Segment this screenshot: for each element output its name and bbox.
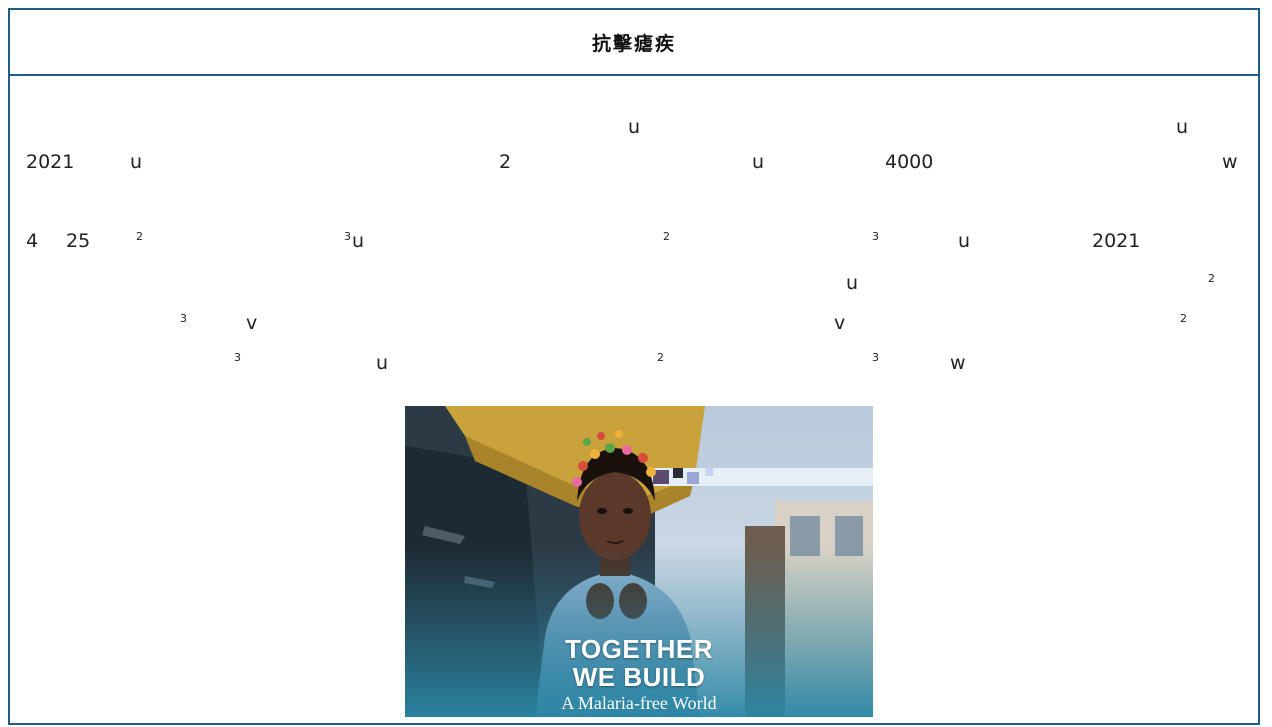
- title-bar: 抗擊瘧疾: [10, 10, 1258, 76]
- text-fragment: w: [1222, 151, 1238, 173]
- caption-line-3: A Malaria-free World: [561, 693, 717, 713]
- text-fragment: u: [352, 230, 365, 252]
- content-frame: 抗擊瘧疾 u u 2021 u 2 u 4000 w 4 25 2 3 u 2 …: [8, 8, 1260, 725]
- text-fragment: u: [958, 230, 971, 252]
- text-fragment: 25: [66, 230, 91, 252]
- text-fragment: 2: [663, 230, 670, 243]
- text-fragment: 2: [499, 151, 512, 173]
- text-fragment: v: [834, 312, 846, 334]
- text-fragment: 3: [180, 312, 187, 325]
- text-fragment: 4: [26, 230, 39, 252]
- text-fragment: 2021: [26, 151, 75, 173]
- text-fragment: 3: [344, 230, 351, 243]
- text-fragment: u: [846, 272, 859, 294]
- article-body: u u 2021 u 2 u 4000 w 4 25 2 3 u 2 3 u 2…: [10, 76, 1258, 723]
- text-fragment: 3: [234, 351, 241, 364]
- text-fragment: u: [1176, 116, 1189, 138]
- photo-caption: TOGETHER WE BUILD A Malaria-free World: [405, 635, 873, 717]
- caption-line-2: WE BUILD: [572, 662, 706, 692]
- text-fragment: 3: [872, 230, 879, 243]
- text-fragment: u: [752, 151, 765, 173]
- page-title: 抗擊瘧疾: [591, 32, 676, 55]
- text-fragment: 2: [136, 230, 143, 243]
- text-fragment: u: [130, 151, 143, 173]
- text-fragment: 2: [1180, 312, 1187, 325]
- text-fragment: 4000: [885, 151, 934, 173]
- text-fragment: 2021: [1092, 230, 1141, 252]
- text-fragment: v: [246, 312, 258, 334]
- text-fragment: w: [950, 352, 966, 374]
- text-fragment: 3: [872, 351, 879, 364]
- campaign-photo: TOGETHER WE BUILD A Malaria-free World: [405, 406, 873, 717]
- caption-line-1: TOGETHER: [565, 634, 713, 664]
- text-fragment: 2: [1208, 272, 1215, 285]
- text-fragment: 2: [657, 351, 664, 364]
- text-fragment: u: [376, 352, 389, 374]
- text-fragment: u: [628, 116, 641, 138]
